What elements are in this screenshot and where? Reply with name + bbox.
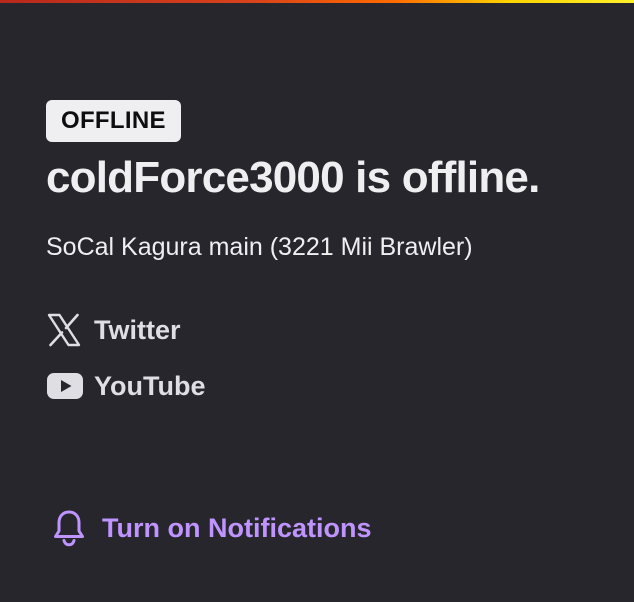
notifications-label: Turn on Notifications [102, 512, 372, 543]
social-links: Twitter YouTube [46, 310, 606, 406]
channel-description: SoCal Kagura main (3221 Mii Brawler) [46, 233, 473, 261]
social-link-label: YouTube [94, 370, 206, 401]
bell-icon [52, 508, 88, 548]
offline-panel: OFFLINE coldForce3000 is offline. SoCal … [46, 100, 606, 422]
x-twitter-icon [46, 311, 84, 349]
youtube-icon [46, 367, 84, 405]
top-color-strip [0, 0, 634, 3]
offline-title: coldForce3000 is offline. [46, 153, 540, 202]
social-link-youtube[interactable]: YouTube [46, 366, 606, 406]
social-link-label: Twitter [94, 314, 181, 345]
turn-on-notifications-button[interactable]: Turn on Notifications [52, 508, 371, 548]
social-link-twitter[interactable]: Twitter [46, 310, 606, 350]
offline-badge: OFFLINE [46, 100, 181, 142]
